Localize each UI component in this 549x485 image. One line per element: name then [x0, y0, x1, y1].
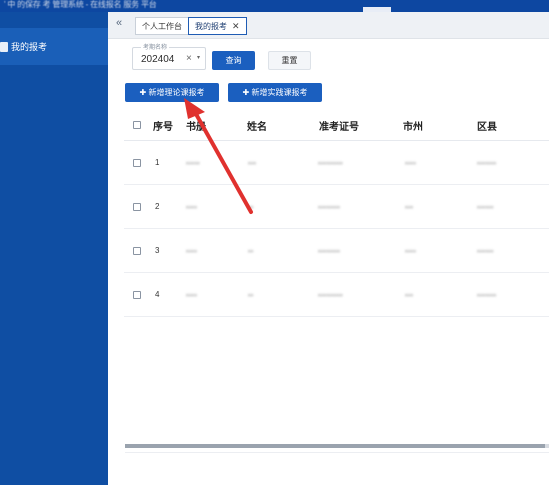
row-district: ꞏꞏꞏꞏꞏꞏ	[477, 247, 494, 256]
exam-period-select[interactable]: 考期名称 202404 × ▾	[132, 42, 206, 70]
add-practice-course-button[interactable]: ✚ 新增实践课报考	[228, 83, 322, 102]
row-district: ꞏꞏꞏꞏꞏꞏꞏ	[477, 291, 497, 300]
tab-bar: « 个人工作台 我的报考 ✕	[108, 12, 549, 39]
header-name: 姓名	[247, 122, 267, 133]
top-header-bar: ' 中 的保存 考 管理系统 - 在线报名 服务 平台	[0, 0, 549, 12]
table-row[interactable]: 4 ꞏꞏꞏꞏ ꞏꞏ ꞏꞏꞏꞏꞏꞏꞏꞏꞏ ꞏꞏꞏ ꞏꞏꞏꞏꞏꞏꞏ	[124, 273, 549, 317]
row-checkbox[interactable]	[133, 159, 141, 167]
header-ticket-number: 准考证号	[319, 122, 359, 133]
exam-period-value: 202404	[141, 54, 175, 65]
query-button[interactable]: 查询	[212, 51, 255, 70]
table-header: 序号 书册 姓名 准考证号 市州 区县	[124, 107, 549, 141]
tab-label: 我的报考	[195, 22, 227, 31]
tab-my-registration[interactable]: 我的报考 ✕	[188, 17, 247, 35]
row-checkbox[interactable]	[133, 247, 141, 255]
document-icon	[0, 41, 8, 52]
row-index: 2	[155, 202, 160, 211]
main-content: « 个人工作台 我的报考 ✕ 考期名称 202404 × ▾ 查询 重置 ✚ 新增…	[108, 12, 549, 485]
row-ticket-number: ꞏꞏꞏꞏꞏꞏꞏꞏꞏ	[318, 159, 343, 168]
row-city: ꞏꞏꞏ	[405, 203, 414, 212]
table-row[interactable]: 2 ꞏꞏꞏꞏ ꞏꞏ ꞏꞏꞏꞏꞏꞏꞏꞏ ꞏꞏꞏ ꞏꞏꞏꞏꞏꞏ	[124, 185, 549, 229]
row-book: ꞏꞏꞏꞏꞏ	[186, 159, 200, 168]
select-all-checkbox[interactable]	[133, 121, 141, 129]
row-city: ꞏꞏꞏꞏ	[405, 159, 417, 168]
table-row[interactable]: 3 ꞏꞏꞏꞏ ꞏꞏ ꞏꞏꞏꞏꞏꞏꞏꞏ ꞏꞏꞏꞏ ꞏꞏꞏꞏꞏꞏ	[124, 229, 549, 273]
chevron-down-icon[interactable]: ▾	[197, 54, 200, 61]
scrollbar-thumb[interactable]	[125, 444, 545, 448]
divider	[125, 452, 549, 453]
app-title: ' 中 的保存 考 管理系统 - 在线报名 服务 平台	[4, 0, 157, 9]
row-district: ꞏꞏꞏꞏꞏꞏ	[477, 203, 494, 212]
row-book: ꞏꞏꞏꞏ	[186, 247, 198, 256]
sidebar-item-my-registration[interactable]: 我的报考	[0, 28, 108, 65]
clear-icon[interactable]: ×	[186, 53, 192, 64]
row-city: ꞏꞏꞏ	[405, 291, 414, 300]
header-book: 书册	[186, 122, 206, 133]
row-ticket-number: ꞏꞏꞏꞏꞏꞏꞏꞏꞏ	[318, 291, 343, 300]
sidebar: 我的报考	[0, 12, 108, 485]
header-district: 区县	[477, 122, 497, 133]
row-book: ꞏꞏꞏꞏ	[186, 291, 198, 300]
row-checkbox[interactable]	[133, 203, 141, 211]
add-theory-course-button[interactable]: ✚ 新增理论课报考	[125, 83, 219, 102]
table-row[interactable]: 1 ꞏꞏꞏꞏꞏ ꞏꞏꞏ ꞏꞏꞏꞏꞏꞏꞏꞏꞏ ꞏꞏꞏꞏ ꞏꞏꞏꞏꞏꞏꞏ	[124, 141, 549, 185]
collapse-tabs-icon[interactable]: «	[116, 17, 122, 29]
row-checkbox[interactable]	[133, 291, 141, 299]
row-index: 1	[155, 158, 160, 167]
row-name: ꞏꞏ	[248, 247, 254, 256]
row-index: 4	[155, 290, 160, 299]
row-index: 3	[155, 246, 160, 255]
row-book: ꞏꞏꞏꞏ	[186, 203, 198, 212]
tab-personal-workbench[interactable]: 个人工作台	[135, 17, 189, 35]
row-name: ꞏꞏ	[248, 291, 254, 300]
exam-period-label: 考期名称	[141, 42, 170, 51]
header-city: 市州	[403, 122, 423, 133]
close-icon[interactable]: ✕	[232, 21, 240, 31]
row-ticket-number: ꞏꞏꞏꞏꞏꞏꞏꞏ	[318, 203, 341, 212]
sidebar-item-label: 我的报考	[11, 42, 48, 52]
header-index: 序号	[153, 122, 173, 133]
row-ticket-number: ꞏꞏꞏꞏꞏꞏꞏꞏ	[318, 247, 341, 256]
reset-button[interactable]: 重置	[268, 51, 311, 70]
row-district: ꞏꞏꞏꞏꞏꞏꞏ	[477, 159, 497, 168]
row-city: ꞏꞏꞏꞏ	[405, 247, 417, 256]
tab-label: 个人工作台	[142, 22, 182, 31]
row-name: ꞏꞏ	[248, 203, 254, 212]
row-name: ꞏꞏꞏ	[248, 159, 257, 168]
